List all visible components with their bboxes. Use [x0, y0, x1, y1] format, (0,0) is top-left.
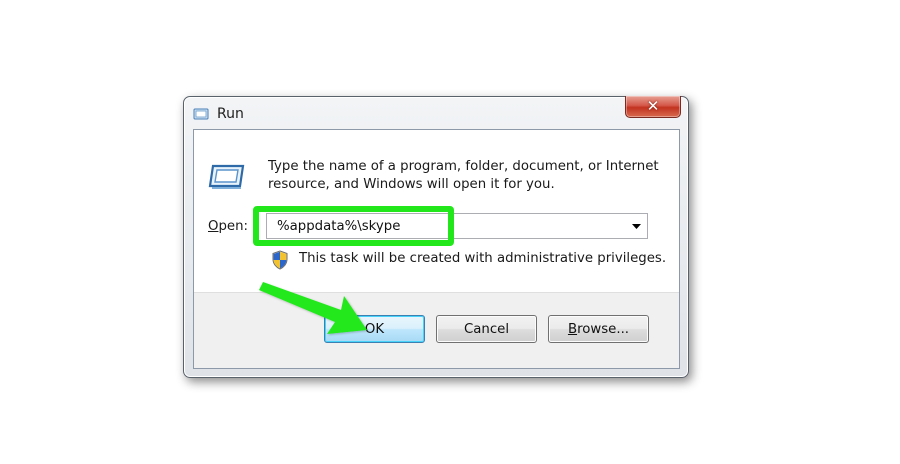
shield-icon [272, 250, 288, 270]
window-title: Run [217, 106, 244, 122]
open-label-hotkey: O [208, 219, 219, 234]
open-label: Open: [208, 219, 248, 234]
run-icon [193, 108, 209, 120]
run-icon [208, 164, 245, 189]
ok-button[interactable]: OK [324, 315, 425, 343]
dropdown-arrow-icon [631, 223, 641, 229]
close-button[interactable]: ✕ [625, 96, 681, 118]
dialog-body: Type the name of a program, folder, docu… [193, 129, 680, 369]
dialog-description: Type the name of a program, folder, docu… [268, 159, 659, 192]
admin-privileges-note: This task will be created with administr… [299, 251, 667, 266]
open-label-text: pen: [218, 219, 248, 234]
browse-button[interactable]: Browse... [548, 315, 649, 343]
cancel-button[interactable]: Cancel [436, 315, 537, 343]
close-icon: ✕ [646, 97, 660, 115]
open-input[interactable] [267, 214, 619, 238]
browse-hotkey: B [567, 321, 578, 337]
browse-label: rowse... [577, 321, 630, 337]
button-bar: OK Cancel Browse... [194, 292, 679, 368]
run-dialog: Run ✕ Type the name of a program, folder… [183, 96, 689, 378]
title-bar[interactable]: Run ✕ [184, 96, 688, 131]
open-combobox[interactable] [266, 213, 648, 239]
dropdown-button[interactable] [625, 214, 647, 238]
